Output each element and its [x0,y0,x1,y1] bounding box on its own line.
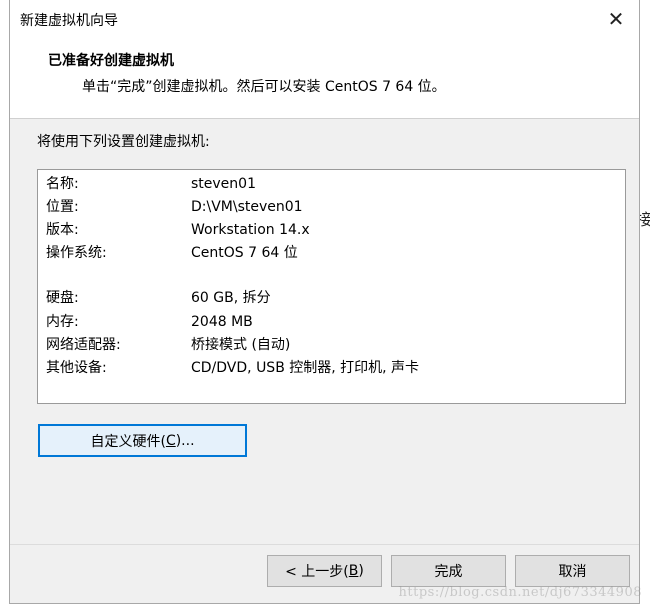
background-window: 接 [640,0,650,606]
summary-key: 位置: [46,199,79,215]
settings-summary-box: 名称: steven01 位置: D:\VM\steven01 版本: Work… [37,169,626,404]
summary-value: steven01 [191,176,256,192]
finish-button[interactable]: 完成 [391,555,506,587]
footer-divider [10,544,639,545]
summary-key: 网络适配器: [46,337,121,353]
window-title: 新建虚拟机向导 [20,13,118,29]
customize-hardware-accesskey: C [165,432,176,449]
summary-value: 60 GB, 拆分 [191,290,271,306]
back-button[interactable]: < 上一步(B) [267,555,382,587]
background-partial-text: 接 [640,210,650,229]
settings-intro-label: 将使用下列设置创建虚拟机: [37,134,210,150]
screen: 接 新建虚拟机向导 ✕ 已准备好创建虚拟机 单击“完成”创建虚拟机。然后可以安装… [0,0,650,606]
cancel-button[interactable]: 取消 [515,555,630,587]
summary-value: CentOS 7 64 位 [191,245,298,261]
customize-hardware-label-pre: 自定义硬件( [90,433,166,450]
title-bar: 新建虚拟机向导 ✕ [10,0,639,38]
cancel-label: 取消 [558,564,587,580]
summary-key: 名称: [46,176,79,192]
page-subtitle: 单击“完成”创建虚拟机。然后可以安装 CentOS 7 64 位。 [82,79,446,95]
summary-value: 2048 MB [191,314,253,330]
summary-key: 操作系统: [46,245,107,261]
customize-hardware-button[interactable]: 自定义硬件(C)... [38,424,247,457]
wizard-header: 已准备好创建虚拟机 单击“完成”创建虚拟机。然后可以安装 CentOS 7 64… [10,38,639,119]
new-vm-wizard-dialog: 新建虚拟机向导 ✕ 已准备好创建虚拟机 单击“完成”创建虚拟机。然后可以安装 C… [9,0,640,604]
summary-value: 桥接模式 (自动) [191,337,291,353]
summary-value: CD/DVD, USB 控制器, 打印机, 声卡 [191,360,420,376]
back-label-pre: < 上一步( [285,564,349,580]
customize-hardware-label-post: )... [175,432,195,449]
summary-key: 硬盘: [46,290,79,306]
summary-key: 版本: [46,222,79,238]
summary-key: 内存: [46,314,79,330]
back-label-post: ) [358,563,364,579]
close-button[interactable]: ✕ [593,0,639,38]
summary-value: D:\VM\steven01 [191,199,303,215]
summary-key: 其他设备: [46,360,107,376]
summary-value: Workstation 14.x [191,222,310,238]
close-icon: ✕ [607,7,625,31]
finish-label: 完成 [434,564,463,580]
page-title: 已准备好创建虚拟机 [48,53,174,69]
back-accesskey: B [348,563,359,579]
